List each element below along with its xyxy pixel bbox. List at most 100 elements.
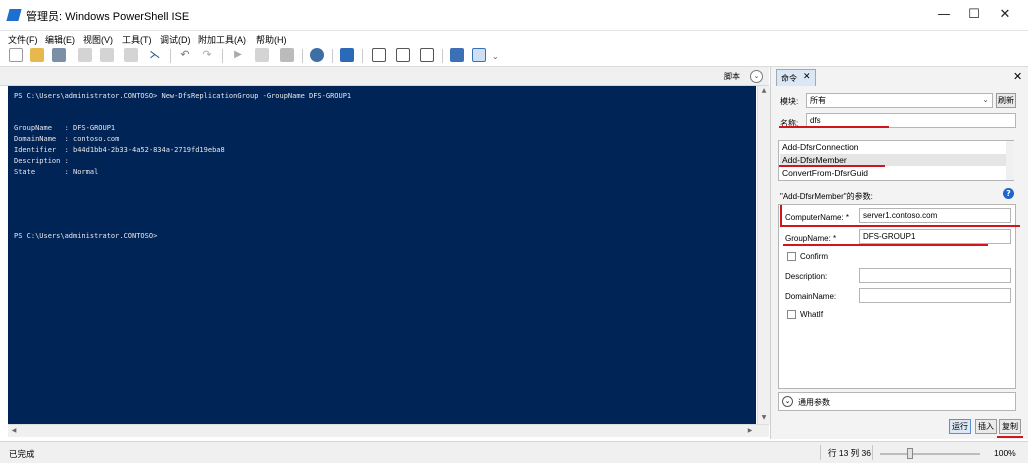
zoom-level: 100% [994, 448, 1016, 458]
red-underline-annotation [779, 165, 885, 167]
console-line: State : Normal [14, 167, 99, 176]
common-parameters-expander[interactable]: ⌄ 通用参数 [778, 392, 1016, 411]
powershell-icon[interactable] [340, 48, 354, 62]
zoom-slider[interactable] [880, 453, 980, 455]
run-icon[interactable]: ▶ [231, 48, 245, 62]
menu-view[interactable]: 视图(V) [83, 33, 113, 46]
help-icon[interactable]: ? [1003, 188, 1014, 199]
list-item[interactable]: Add-DfsrConnection [782, 142, 859, 152]
command-list[interactable]: Add-DfsrConnection Add-DfsrMember Conver… [778, 140, 1014, 181]
copy-button[interactable]: 复制 [999, 419, 1021, 434]
group-name-label: GroupName: * [785, 234, 837, 243]
console-line: DomainName : contoso.com [14, 135, 120, 144]
pane-close-icon[interactable]: ✕ [1013, 70, 1022, 83]
layout-max-icon[interactable] [420, 48, 434, 62]
menu-file[interactable]: 文件(F) [8, 33, 38, 46]
confirm-checkbox[interactable] [787, 252, 796, 261]
zoom-slider-thumb[interactable] [907, 448, 913, 459]
refresh-button[interactable]: 刷新 [996, 93, 1016, 108]
list-item[interactable]: ConvertFrom-DfsrGuid [782, 168, 868, 178]
layout-top-icon[interactable] [372, 48, 386, 62]
scroll-down-icon[interactable]: ▼ [759, 414, 769, 421]
group-name-field[interactable]: DFS-GROUP1 [859, 229, 1011, 244]
powershell-ise-logo-icon [6, 9, 22, 21]
list-item-selected[interactable]: Add-DfsrMember [782, 155, 847, 165]
close-icon[interactable]: ✕ [803, 72, 811, 82]
whatif-label: WhatIf [800, 310, 824, 319]
toolbar-separator [362, 49, 363, 63]
stop-icon[interactable] [280, 48, 294, 62]
clear-console-icon[interactable]: ⋋ [148, 48, 162, 62]
script-pane-label[interactable]: 脚本 [724, 71, 740, 82]
title-bar: 管理员: Windows PowerShell ISE — ☐ ✕ [0, 0, 1028, 31]
computer-name-field[interactable]: server1.contoso.com [859, 208, 1011, 223]
menu-tools[interactable]: 工具(T) [122, 33, 152, 46]
chevron-down-icon: ⌄ [982, 95, 989, 104]
scroll-right-icon[interactable]: ▶ [745, 427, 755, 434]
domain-name-field[interactable] [859, 288, 1011, 303]
console-pane[interactable]: PS C:\Users\administrator.CONTOSO> New-D… [8, 86, 756, 424]
module-select[interactable]: 所有 ⌄ [806, 93, 993, 108]
toolbar-separator [442, 49, 443, 63]
chevron-down-icon[interactable]: ⌄ [782, 396, 793, 407]
copy-icon[interactable] [100, 48, 114, 62]
computer-name-label: ComputerName: * [785, 213, 850, 222]
show-commands-icon[interactable] [450, 48, 464, 62]
module-label: 模块: [780, 97, 799, 106]
script-pane-header: 脚本 ⌄ [0, 67, 769, 86]
common-parameters-label: 通用参数 [798, 398, 830, 407]
tab-commands[interactable]: 命令 ✕ [776, 69, 816, 86]
domain-name-label: DomainName: [785, 292, 837, 301]
close-button[interactable]: ✕ [985, 6, 1025, 24]
tab-commands-label: 命令 [781, 74, 797, 83]
console-horizontal-scrollbar[interactable]: ◀ ▶ [8, 424, 769, 437]
run-button[interactable]: 运行 [949, 419, 971, 434]
whatif-checkbox[interactable] [787, 310, 796, 319]
save-icon[interactable] [52, 48, 66, 62]
module-select-value: 所有 [810, 96, 826, 105]
toolbar-separator [170, 49, 171, 63]
insert-button[interactable]: 插入 [975, 419, 997, 434]
scroll-up-icon[interactable]: ▲ [759, 87, 769, 94]
paste-icon[interactable] [124, 48, 138, 62]
toolbar-overflow-icon[interactable]: ⌄ [492, 52, 499, 61]
layout-right-icon[interactable] [396, 48, 410, 62]
undo-icon[interactable]: ↶ [178, 48, 192, 62]
window-title: 管理员: Windows PowerShell ISE [26, 11, 190, 23]
run-selection-icon[interactable] [255, 48, 269, 62]
params-title: "Add-DfsrMember"的参数: [780, 192, 873, 201]
menu-addons[interactable]: 附加工具(A) [198, 33, 246, 46]
red-underline-annotation [997, 436, 1023, 438]
new-file-icon[interactable] [9, 48, 23, 62]
red-underline-annotation [779, 126, 889, 128]
console-line: PS C:\Users\administrator.CONTOSO> [14, 232, 158, 241]
description-label: Description: [785, 272, 828, 281]
description-field[interactable] [859, 268, 1011, 283]
scroll-left-icon[interactable]: ◀ [9, 427, 19, 434]
toolbar-separator [302, 49, 303, 63]
status-text: 已完成 [9, 449, 35, 459]
console-line: GroupName : DFS-GROUP1 [14, 124, 116, 133]
toolbar-separator [332, 49, 333, 63]
confirm-label: Confirm [800, 252, 829, 261]
console-vertical-scrollbar[interactable]: ▲ ▼ [757, 86, 770, 424]
redo-icon[interactable]: ↷ [200, 48, 214, 62]
console-line: Identifier : b44d1bb4-2b33-4a52-834a-271… [14, 146, 225, 154]
red-bracket-annotation [780, 205, 782, 227]
menu-edit[interactable]: 编辑(E) [45, 33, 75, 46]
toolbar-separator [222, 49, 223, 63]
menu-help[interactable]: 帮助(H) [256, 33, 287, 46]
menu-bar: 文件(F) 编辑(E) 视图(V) 工具(T) 调试(D) 附加工具(A) 帮助… [0, 31, 1028, 46]
command-list-scrollbar[interactable] [1006, 141, 1014, 180]
console-line: PS C:\Users\administrator.CONTOSO> New-D… [14, 92, 352, 100]
console-line: Description : [14, 156, 69, 165]
cut-icon[interactable] [78, 48, 92, 62]
red-underline-annotation [780, 225, 1020, 227]
show-addon-icon[interactable] [472, 48, 486, 62]
menu-debug[interactable]: 调试(D) [160, 33, 191, 46]
remote-powershell-icon[interactable] [310, 48, 324, 62]
open-folder-icon[interactable] [30, 48, 44, 62]
status-bar: 已完成 行 13 列 36 100% [0, 441, 1028, 463]
toolbar: ⋋ ↶ ↷ ▶ ⌄ [0, 46, 1028, 67]
chevron-down-icon[interactable]: ⌄ [750, 70, 763, 83]
